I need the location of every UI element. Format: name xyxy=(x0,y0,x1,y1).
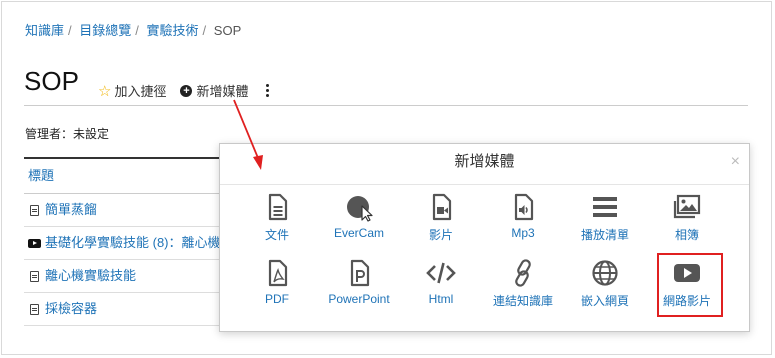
media-option-link-kb[interactable]: 連結知識庫 xyxy=(488,258,558,309)
breadcrumb: 知識庫 / 目錄總覽 / 實驗技術 / SOP xyxy=(25,20,241,39)
media-option-html[interactable]: Html xyxy=(406,258,476,306)
add-media-dialog: 新增媒體 × 文件 EverCam 影片 Mp3 播放清單 相簿 PDF Pow… xyxy=(219,143,750,332)
highlight-box xyxy=(657,253,723,317)
document-icon xyxy=(268,193,288,221)
media-option-video-file[interactable]: 影片 xyxy=(406,192,476,243)
playlist-icon xyxy=(593,197,617,217)
page-title: SOP xyxy=(24,66,79,96)
add-media-button[interactable]: + 新增媒體 xyxy=(180,81,248,100)
media-option-document[interactable]: 文件 xyxy=(242,192,312,243)
media-option-label: 相簿 xyxy=(674,228,699,242)
more-options-icon[interactable] xyxy=(266,83,270,98)
dialog-header: 新增媒體 × xyxy=(220,144,749,185)
audio-file-icon xyxy=(514,193,534,221)
breadcrumb-separator: / xyxy=(68,23,72,38)
media-option-label: Html xyxy=(428,292,454,306)
title-actions: ☆ 加入捷徑 + 新增媒體 xyxy=(98,81,270,100)
video-file-icon xyxy=(432,193,452,221)
breadcrumb-link-knowledge-base[interactable]: 知識庫 xyxy=(25,23,64,38)
star-icon: ☆ xyxy=(98,82,112,100)
media-option-evercam[interactable]: EverCam xyxy=(324,192,394,240)
media-option-label: PowerPoint xyxy=(328,292,390,306)
media-option-label: 嵌入網頁 xyxy=(580,294,629,308)
powerpoint-icon xyxy=(350,259,370,287)
breadcrumb-separator: / xyxy=(135,23,139,38)
globe-icon xyxy=(592,260,618,286)
media-option-label: 文件 xyxy=(264,228,289,242)
close-icon[interactable]: × xyxy=(731,144,740,180)
plus-circle-icon: + xyxy=(180,84,193,97)
media-option-label: PDF xyxy=(265,292,289,306)
media-option-pdf[interactable]: PDF xyxy=(242,258,312,306)
pdf-icon xyxy=(27,269,41,283)
album-icon xyxy=(673,194,701,219)
media-option-label: Mp3 xyxy=(511,226,535,240)
evercam-icon xyxy=(347,196,373,222)
breadcrumb-current: SOP xyxy=(213,23,242,38)
media-option-embed-web[interactable]: 嵌入網頁 xyxy=(570,258,640,309)
youtube-icon xyxy=(27,236,41,250)
media-option-label: 連結知識庫 xyxy=(492,294,553,308)
row-title[interactable]: 簡單蒸餾 xyxy=(45,194,97,226)
file-icon xyxy=(27,203,41,217)
bookmark-button[interactable]: ☆ 加入捷徑 xyxy=(98,81,166,100)
bookmark-label: 加入捷徑 xyxy=(114,84,167,99)
media-option-album[interactable]: 相簿 xyxy=(652,192,722,243)
media-option-mp3[interactable]: Mp3 xyxy=(488,192,558,240)
title-divider xyxy=(24,105,748,106)
media-option-powerpoint[interactable]: PowerPoint xyxy=(324,258,394,306)
breadcrumb-link-directory[interactable]: 目錄總覽 xyxy=(79,23,131,38)
pdf-icon xyxy=(27,302,41,316)
row-title[interactable]: 離心機實驗技能 xyxy=(45,260,136,292)
breadcrumb-link-lab-techniques[interactable]: 實驗技術 xyxy=(147,23,199,38)
dialog-title: 新增媒體 xyxy=(454,153,515,170)
row-title[interactable]: 採檢容器 xyxy=(45,293,97,325)
media-option-label: 播放清單 xyxy=(580,228,629,242)
media-option-label: 影片 xyxy=(428,228,453,242)
media-option-playlist[interactable]: 播放清單 xyxy=(570,192,640,243)
code-icon xyxy=(426,262,456,284)
link-icon xyxy=(515,259,531,287)
manager-text: 管理者：未設定 xyxy=(25,127,110,141)
pdf-icon xyxy=(268,259,288,287)
breadcrumb-separator: / xyxy=(202,23,207,38)
add-media-label: 新增媒體 xyxy=(196,84,249,99)
media-option-label: EverCam xyxy=(333,226,384,240)
row-title[interactable]: 基礎化學實驗技能 (8)：離心機 xyxy=(45,227,221,259)
